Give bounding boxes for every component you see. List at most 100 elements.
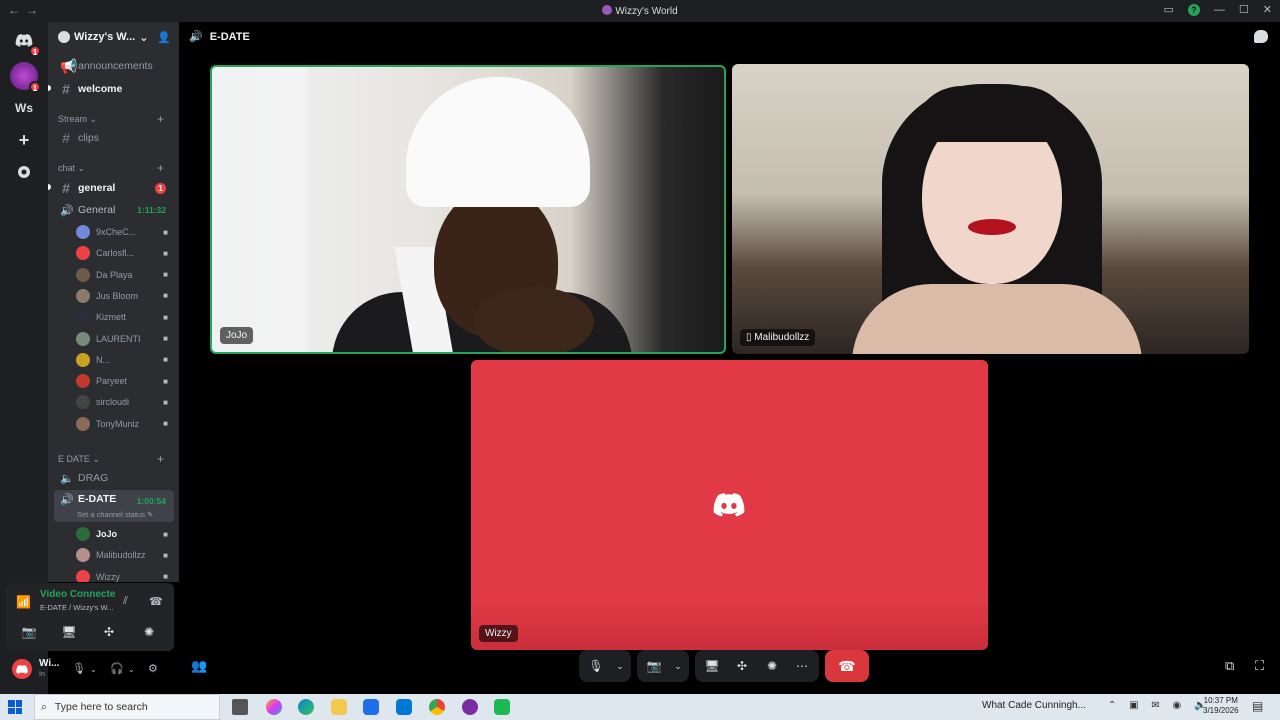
voice-user[interactable]: sircloudi ■ [76, 393, 174, 411]
server-wizzys-world[interactable]: 1 [10, 62, 41, 93]
category-chat[interactable]: chat ⌄ + [58, 161, 164, 175]
taskbar-search[interactable]: ⌕ Type here to search [34, 694, 220, 720]
voice-user[interactable]: Malibudollzz ■ [76, 546, 174, 564]
fullscreen-icon[interactable]: ⛶ [1255, 658, 1264, 674]
gear-icon[interactable]: ⚙ [148, 662, 158, 675]
voice-user[interactable]: Paryeet ■ [76, 372, 174, 390]
chevron-down-icon[interactable]: ⌄ [673, 661, 683, 672]
maximize-button[interactable]: ☐ [1239, 3, 1249, 16]
chevron-down-icon[interactable]: ⌄ [615, 661, 625, 672]
camera-off-button[interactable]: 📷 [12, 621, 46, 643]
soundboard-icon[interactable]: ✺ [761, 659, 783, 673]
news-widget[interactable]: What Cade Cunningh... [982, 700, 1086, 711]
microphone-icon[interactable]: 🎙 [585, 659, 607, 673]
chrome-icon[interactable] [429, 699, 445, 715]
screen-share-icon[interactable]: 🖥 [701, 659, 723, 673]
add-server-icon[interactable]: + [10, 126, 38, 154]
pop-out-icon[interactable]: ⧉ [1225, 658, 1234, 674]
windows-start-icon[interactable] [8, 700, 22, 714]
guild-name: Wizzy's W... [74, 31, 136, 43]
noise-suppression-icon[interactable]: ⫽ [123, 595, 128, 608]
voice-user[interactable]: JoJo ■ [76, 525, 174, 543]
video-figure [912, 86, 1072, 142]
mic-control[interactable]: 🎙 ⌄ [579, 650, 631, 682]
video-figure [968, 219, 1016, 235]
copilot-icon[interactable] [266, 699, 282, 715]
chevron-down-icon[interactable]: ⌄ [90, 665, 97, 674]
soundboard-button[interactable]: ✺ [132, 621, 166, 643]
category-e-date[interactable]: E DATE ⌄ + [58, 452, 164, 466]
outlook-icon[interactable] [396, 699, 412, 715]
server-ws[interactable]: Ws [10, 94, 38, 122]
voice-user[interactable]: Carlosfl... ■ [76, 244, 174, 262]
activities-button[interactable]: ✣ [92, 621, 126, 643]
channel-status[interactable]: Set a channel status ✎ [77, 510, 153, 519]
voice-user[interactable]: Jus Bloom ■ [76, 287, 174, 305]
file-explorer-icon[interactable] [331, 699, 347, 715]
voice-user[interactable]: Da Playa ■ [76, 266, 174, 284]
inbox-icon[interactable]: ▭ [1164, 3, 1174, 16]
discord-taskbar-icon[interactable] [462, 699, 478, 715]
mention-badge: 1 [155, 182, 166, 194]
discord-home-icon[interactable]: 1 [10, 26, 41, 57]
chevron-down-icon[interactable]: ⌄ [128, 665, 135, 674]
avatar[interactable] [12, 659, 32, 679]
video-tile-wizzy[interactable]: Wizzy [471, 360, 988, 650]
screen-share-button[interactable]: 🖥 [52, 621, 86, 643]
edge-icon[interactable] [298, 699, 314, 715]
notifications-icon[interactable]: ▤ [1252, 699, 1263, 713]
voice-user-name: sircloudi [96, 397, 130, 408]
create-channel-icon[interactable]: + [157, 452, 164, 466]
channel-label: announcements [78, 60, 153, 72]
close-button[interactable]: ✕ [1263, 3, 1272, 16]
channel-announcements[interactable]: 📢 announcements [54, 56, 174, 76]
camera-control[interactable]: 📷 ⌄ [637, 650, 689, 682]
system-tray[interactable]: ⌃ ▣ ✉ ◉ 🔈 [1108, 700, 1212, 711]
activities-icon[interactable]: ✣ [731, 659, 753, 673]
disconnect-icon[interactable]: ☎ [149, 595, 163, 608]
channel-general[interactable]: # general 1 [54, 178, 174, 198]
add-participant-icon[interactable]: 👥 [191, 658, 207, 674]
more-options-icon[interactable]: ⋯ [791, 659, 813, 673]
voice-user[interactable]: Wizzy ■ [76, 568, 174, 582]
video-tile-jojo[interactable]: JoJo [210, 65, 726, 354]
channel-clips[interactable]: # clips [54, 128, 174, 148]
minimize-button[interactable]: — [1214, 4, 1225, 16]
channel-welcome[interactable]: # welcome [54, 79, 174, 99]
microphone-icon[interactable]: 🎙 [72, 662, 86, 675]
app-icon[interactable] [494, 699, 510, 715]
hash-icon: # [62, 130, 70, 146]
avatar [76, 331, 90, 346]
server-badge: 1 [29, 81, 41, 93]
camera-off-icon[interactable]: 📷 [643, 659, 665, 673]
video-figure [852, 284, 1142, 354]
headphones-icon[interactable]: 🎧 [110, 662, 124, 675]
voice-user[interactable]: N... ■ [76, 351, 174, 369]
avatar [76, 267, 90, 282]
disconnect-button[interactable]: ☎ [825, 650, 869, 682]
voice-user[interactable]: LAURENTI ■ [76, 330, 174, 348]
help-icon[interactable]: ? [1187, 3, 1200, 16]
voice-location[interactable]: E-DATE / Wizzy's W... [40, 603, 113, 612]
video-tile-malibudollzz[interactable]: ▯ Malibudollzz [732, 64, 1249, 354]
voice-state-icon: ■ [163, 355, 172, 365]
create-channel-icon[interactable]: + [157, 112, 164, 126]
voice-channel-drag[interactable]: 🔈 DRAG [54, 468, 174, 488]
voice-user-name: Malibudollzz [96, 550, 146, 561]
create-channel-icon[interactable]: + [157, 161, 164, 175]
guild-header[interactable]: Wizzy's W... ⌄ 👤 [48, 22, 179, 52]
avatar [76, 225, 90, 239]
taskbar-clock[interactable]: 10:37 PM 3/19/2026 [1203, 696, 1239, 716]
voice-user[interactable]: TonyMuniz ■ [76, 415, 174, 433]
signal-icon[interactable]: 📶 [16, 595, 31, 609]
voice-state-icon: ■ [163, 291, 172, 301]
voice-user[interactable]: 9xCheC... ■ [76, 223, 174, 241]
explore-icon[interactable] [10, 158, 38, 186]
chat-bubble-icon[interactable] [1254, 30, 1268, 43]
store-icon[interactable] [363, 699, 379, 715]
invite-icon[interactable]: 👤 [157, 31, 171, 44]
task-view-icon[interactable] [232, 699, 248, 715]
voice-channel-general[interactable]: 🔊 General 1:11:32 [54, 200, 174, 220]
voice-user[interactable]: Kizmett ■ [76, 308, 174, 326]
category-stream[interactable]: Stream ⌄ + [58, 112, 164, 126]
